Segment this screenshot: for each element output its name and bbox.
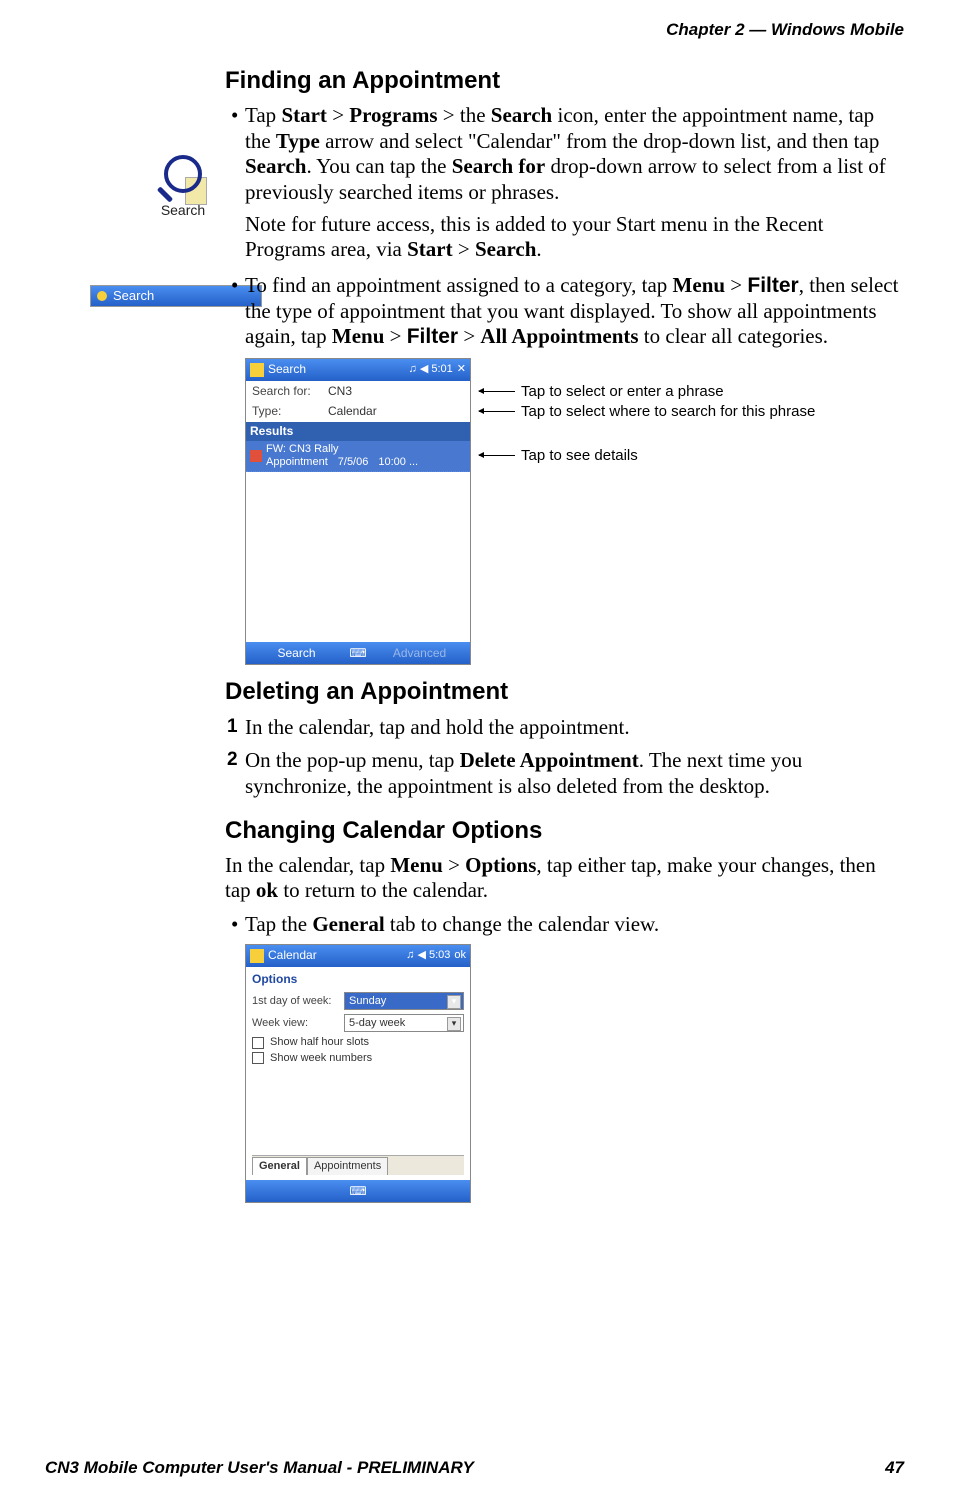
checkbox-icon[interactable]: [252, 1052, 264, 1064]
show-half-hour-checkbox[interactable]: Show half hour slots: [252, 1036, 464, 1049]
options-tabs: General Appointments: [252, 1155, 464, 1175]
search-glyph-icon: [97, 291, 107, 301]
week-view-select[interactable]: 5-day week▾: [344, 1014, 464, 1032]
callout-phrase: Tap to select or enter a phrase: [521, 383, 724, 401]
magnifying-glass-icon: [164, 155, 202, 193]
calendar-item-icon: [250, 450, 262, 462]
search-screenshot: Search ♫ ◀ 5:01 ✕ Search for: CN3 Type: C…: [245, 358, 471, 666]
type-row[interactable]: Type: Calendar: [246, 401, 470, 422]
callout-where: Tap to select where to search for this p…: [521, 403, 815, 421]
search-for-label: Search for:: [252, 384, 322, 399]
first-day-of-week-row[interactable]: 1st day of week: Sunday▾: [252, 992, 464, 1010]
dropdown-arrow-icon[interactable]: ▾: [447, 995, 461, 1009]
dropdown-arrow-icon[interactable]: ▾: [447, 1017, 461, 1031]
ok-button[interactable]: ok: [454, 949, 466, 962]
windows-flag-icon: [250, 949, 264, 963]
calendar-options-screenshot: Calendar ♫ ◀ 5:03 ok Options 1st day of w…: [245, 944, 471, 1203]
heading-changing: Changing Calendar Options: [225, 816, 904, 845]
titlebar-status: ♫ ◀ 5:03: [406, 949, 450, 962]
page-header: Chapter 2 — Windows Mobile: [666, 20, 904, 41]
result-row[interactable]: FW: CN3 Rally Appointment7/5/0610:00 ...: [246, 441, 470, 473]
changing-bullet: • Tap the General tab to change the cale…: [245, 912, 904, 938]
type-label: Type:: [252, 404, 322, 419]
search-for-row[interactable]: Search for: CN3: [246, 381, 470, 402]
week-view-label: Week view:: [252, 1017, 338, 1030]
callout-details: Tap to see details: [521, 447, 638, 465]
titlebar-status: ♫ ◀ 5:01: [409, 363, 453, 376]
changing-intro: In the calendar, tap Menu > Options, tap…: [225, 853, 904, 904]
softkey-bar: Search ⌨ Advanced: [246, 642, 470, 664]
options-heading: Options: [252, 972, 464, 987]
tab-general[interactable]: General: [252, 1157, 307, 1175]
finding-bullet-2: • To find an appointment assigned to a c…: [245, 273, 904, 350]
windows-flag-icon: [250, 363, 264, 377]
start-menu-chip-label: Search: [113, 288, 154, 304]
footer-manual-title: CN3 Mobile Computer User's Manual - PREL…: [45, 1458, 474, 1479]
titlebar-title: Calendar: [268, 948, 317, 963]
first-day-select[interactable]: Sunday▾: [344, 992, 464, 1010]
type-value[interactable]: Calendar: [328, 404, 464, 419]
keyboard-icon[interactable]: ⌨: [347, 1184, 369, 1199]
result-title: FW: CN3 Rally: [266, 443, 466, 456]
checkbox-icon[interactable]: [252, 1037, 264, 1049]
deleting-step-2: 2 On the pop-up menu, tap Delete Appoint…: [245, 748, 904, 799]
search-for-value[interactable]: CN3: [328, 384, 464, 399]
heading-deleting: Deleting an Appointment: [225, 677, 904, 706]
week-view-row[interactable]: Week view: 5-day week▾: [252, 1014, 464, 1032]
tab-appointments[interactable]: Appointments: [307, 1157, 388, 1175]
heading-finding: Finding an Appointment: [225, 66, 904, 95]
close-icon[interactable]: ✕: [457, 363, 466, 376]
show-week-numbers-checkbox[interactable]: Show week numbers: [252, 1052, 464, 1065]
softkey-search[interactable]: Search: [246, 646, 347, 661]
keyboard-icon[interactable]: ⌨: [347, 646, 369, 661]
screenshot-titlebar: Search ♫ ◀ 5:01 ✕: [246, 359, 470, 381]
deleting-step-1: 1 In the calendar, tap and hold the appo…: [245, 715, 904, 741]
search-icon-caption: Search: [155, 202, 211, 219]
screenshot-titlebar: Calendar ♫ ◀ 5:03 ok: [246, 945, 470, 967]
softkey-bar: ⌨: [246, 1180, 470, 1202]
finding-note: Note for future access, this is added to…: [245, 212, 904, 263]
softkey-advanced[interactable]: Advanced: [369, 646, 470, 661]
first-day-label: 1st day of week:: [252, 995, 338, 1008]
titlebar-title: Search: [268, 362, 306, 377]
footer-page-number: 47: [885, 1458, 904, 1479]
finding-bullet-1: • Tap Start > Programs > the Search icon…: [245, 103, 904, 205]
search-program-icon: Search: [155, 155, 211, 219]
results-empty-area: [246, 472, 470, 642]
results-header: Results: [246, 422, 470, 441]
